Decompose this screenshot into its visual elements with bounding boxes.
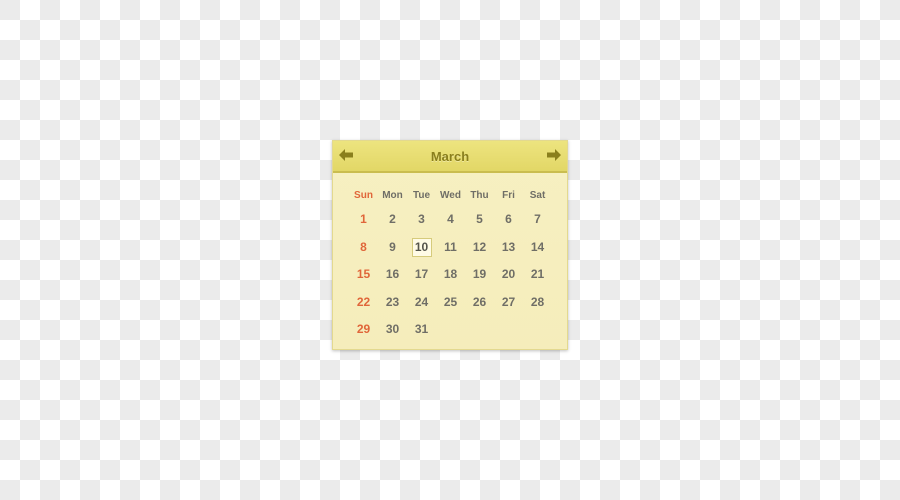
day-cell[interactable]: 19 (465, 264, 494, 292)
day-number: 13 (501, 239, 516, 254)
day-cell[interactable]: 7 (523, 209, 552, 237)
day-cell[interactable]: 23 (378, 292, 407, 320)
day-cell[interactable]: 9 (378, 237, 407, 265)
day-number: 16 (385, 267, 400, 281)
day-number: 27 (501, 294, 516, 309)
arrow-left-icon[interactable] (339, 149, 353, 161)
weekday-header-thu: Thu (470, 190, 489, 201)
day-number: 17 (414, 267, 429, 281)
day-cell[interactable]: 13 (494, 237, 523, 265)
day-number: 20 (501, 267, 516, 281)
calendar-header: March (333, 141, 567, 173)
day-cell[interactable]: 2 (378, 209, 407, 237)
day-number: 28 (530, 294, 545, 309)
day-cell[interactable]: 30 (378, 319, 407, 347)
day-cell[interactable]: 25 (436, 292, 465, 320)
day-number: 25 (443, 294, 458, 309)
day-cell[interactable]: 5 (465, 209, 494, 237)
day-number: 2 (389, 212, 396, 226)
weekday-header-mon: Mon (382, 190, 403, 201)
day-number: 12 (472, 239, 487, 254)
day-cell[interactable]: 3 (407, 209, 436, 237)
day-cell[interactable]: 16 (378, 264, 407, 292)
day-number: 24 (414, 294, 429, 309)
weekday-header-tue: Tue (412, 190, 431, 201)
day-cell[interactable]: 31 (407, 319, 436, 347)
day-number: 9 (389, 239, 396, 254)
day-cell-selected[interactable]: 10 (407, 237, 436, 265)
day-cell[interactable]: 6 (494, 209, 523, 237)
day-number: 7 (534, 212, 541, 226)
day-number: 1 (360, 212, 367, 226)
day-number: 3 (418, 212, 425, 226)
day-number: 19 (472, 267, 487, 281)
day-cell[interactable]: 15 (349, 264, 378, 292)
day-cell[interactable]: 26 (465, 292, 494, 320)
day-cell[interactable]: 24 (407, 292, 436, 320)
weekday-header-wed: Wed (440, 190, 461, 201)
day-number: 18 (443, 267, 458, 281)
day-cell[interactable]: 8 (349, 237, 378, 265)
day-cell[interactable]: 12 (465, 237, 494, 265)
day-number: 6 (505, 212, 512, 226)
day-cell[interactable]: 28 (523, 292, 552, 320)
day-number: 8 (360, 239, 367, 254)
day-cell[interactable]: 20 (494, 264, 523, 292)
day-cell[interactable]: 29 (349, 319, 378, 347)
day-cell[interactable]: 14 (523, 237, 552, 265)
day-cell[interactable]: 21 (523, 264, 552, 292)
day-cell[interactable]: 1 (349, 209, 378, 237)
calendar-widget: March Sun Mon Tue Wed Thu Fri Sat 1 2 3 4 5 6 7 8 9 10 11… (332, 140, 568, 350)
arrow-right-icon[interactable] (547, 149, 561, 161)
day-cell[interactable]: 27 (494, 292, 523, 320)
day-number: 26 (472, 294, 487, 309)
day-cell[interactable]: 22 (349, 292, 378, 320)
day-cell[interactable]: 4 (436, 209, 465, 237)
day-number: 11 (444, 239, 457, 254)
weekday-header-sun: Sun (354, 190, 373, 201)
day-cell[interactable]: 18 (436, 264, 465, 292)
day-number: 22 (356, 294, 371, 309)
day-number: 31 (414, 322, 429, 336)
day-number: 4 (447, 212, 454, 226)
day-number: 23 (385, 294, 400, 309)
calendar-grid: Sun Mon Tue Wed Thu Fri Sat 1 2 3 4 5 6 7 8 9 10 11 12 13 14… (349, 189, 553, 347)
day-number: 5 (476, 212, 483, 226)
day-number: 29 (356, 322, 371, 336)
day-number: 21 (530, 267, 545, 281)
weekday-header-fri: Fri (502, 190, 515, 201)
day-cell[interactable]: 11 (436, 237, 465, 265)
day-number: 30 (385, 322, 400, 336)
day-number: 15 (356, 267, 371, 281)
weekday-header-sat: Sat (529, 190, 546, 201)
day-number: 14 (530, 239, 545, 254)
day-number: 10 (411, 237, 432, 257)
day-cell[interactable]: 17 (407, 264, 436, 292)
month-title: March (430, 148, 470, 164)
